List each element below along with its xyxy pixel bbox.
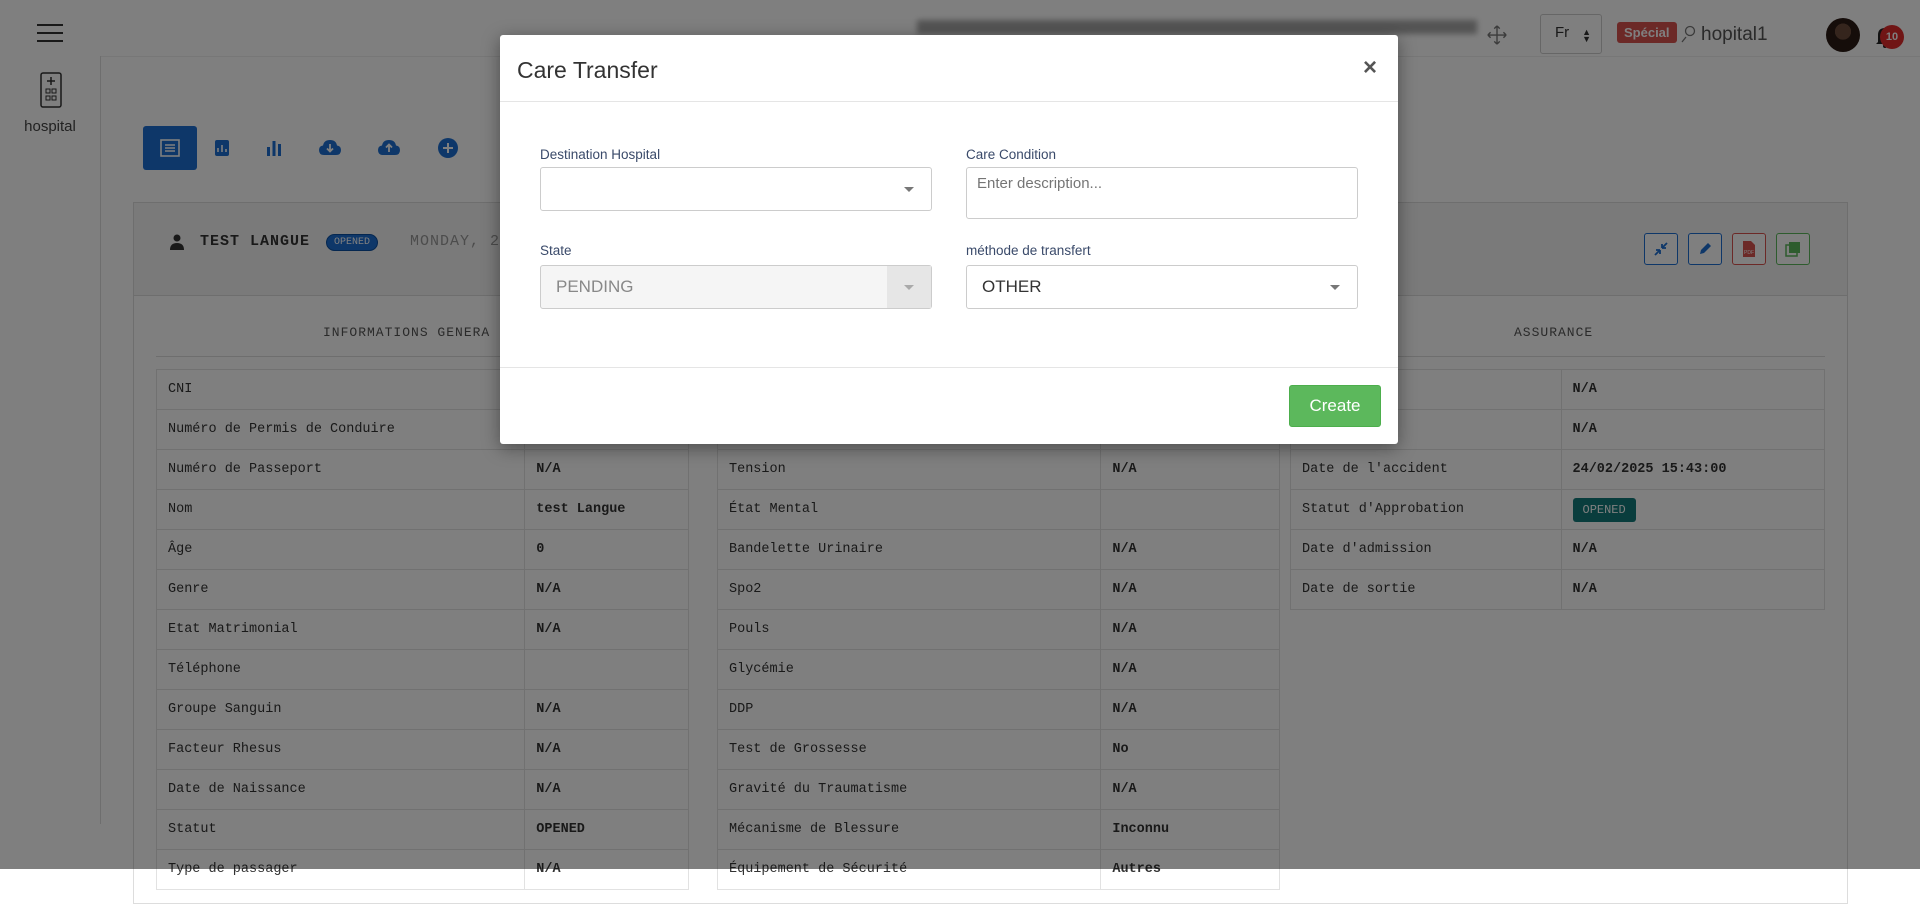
- transfer-method-value: OTHER: [982, 277, 1042, 296]
- destination-hospital-label: Destination Hospital: [540, 147, 661, 162]
- care-condition-label: Care Condition: [966, 147, 1057, 162]
- divider: [500, 367, 1398, 368]
- divider: [500, 101, 1398, 102]
- chevron-down-icon: [904, 285, 914, 290]
- chevron-down-icon: [1330, 285, 1340, 290]
- state-value: PENDING: [556, 277, 634, 296]
- state-select: PENDING: [540, 265, 932, 309]
- create-button[interactable]: Create: [1289, 385, 1381, 427]
- state-label: State: [540, 243, 572, 258]
- care-condition-textarea[interactable]: [966, 167, 1358, 219]
- close-icon[interactable]: ×: [1363, 54, 1377, 82]
- transfer-method-label: méthode de transfert: [966, 243, 1091, 258]
- modal-title: Care Transfer: [517, 57, 658, 83]
- destination-hospital-select[interactable]: [540, 167, 932, 211]
- chevron-down-icon: [904, 187, 914, 192]
- care-transfer-modal: Care Transfer × Destination Hospital Car…: [500, 35, 1398, 444]
- transfer-method-select[interactable]: OTHER: [966, 265, 1358, 309]
